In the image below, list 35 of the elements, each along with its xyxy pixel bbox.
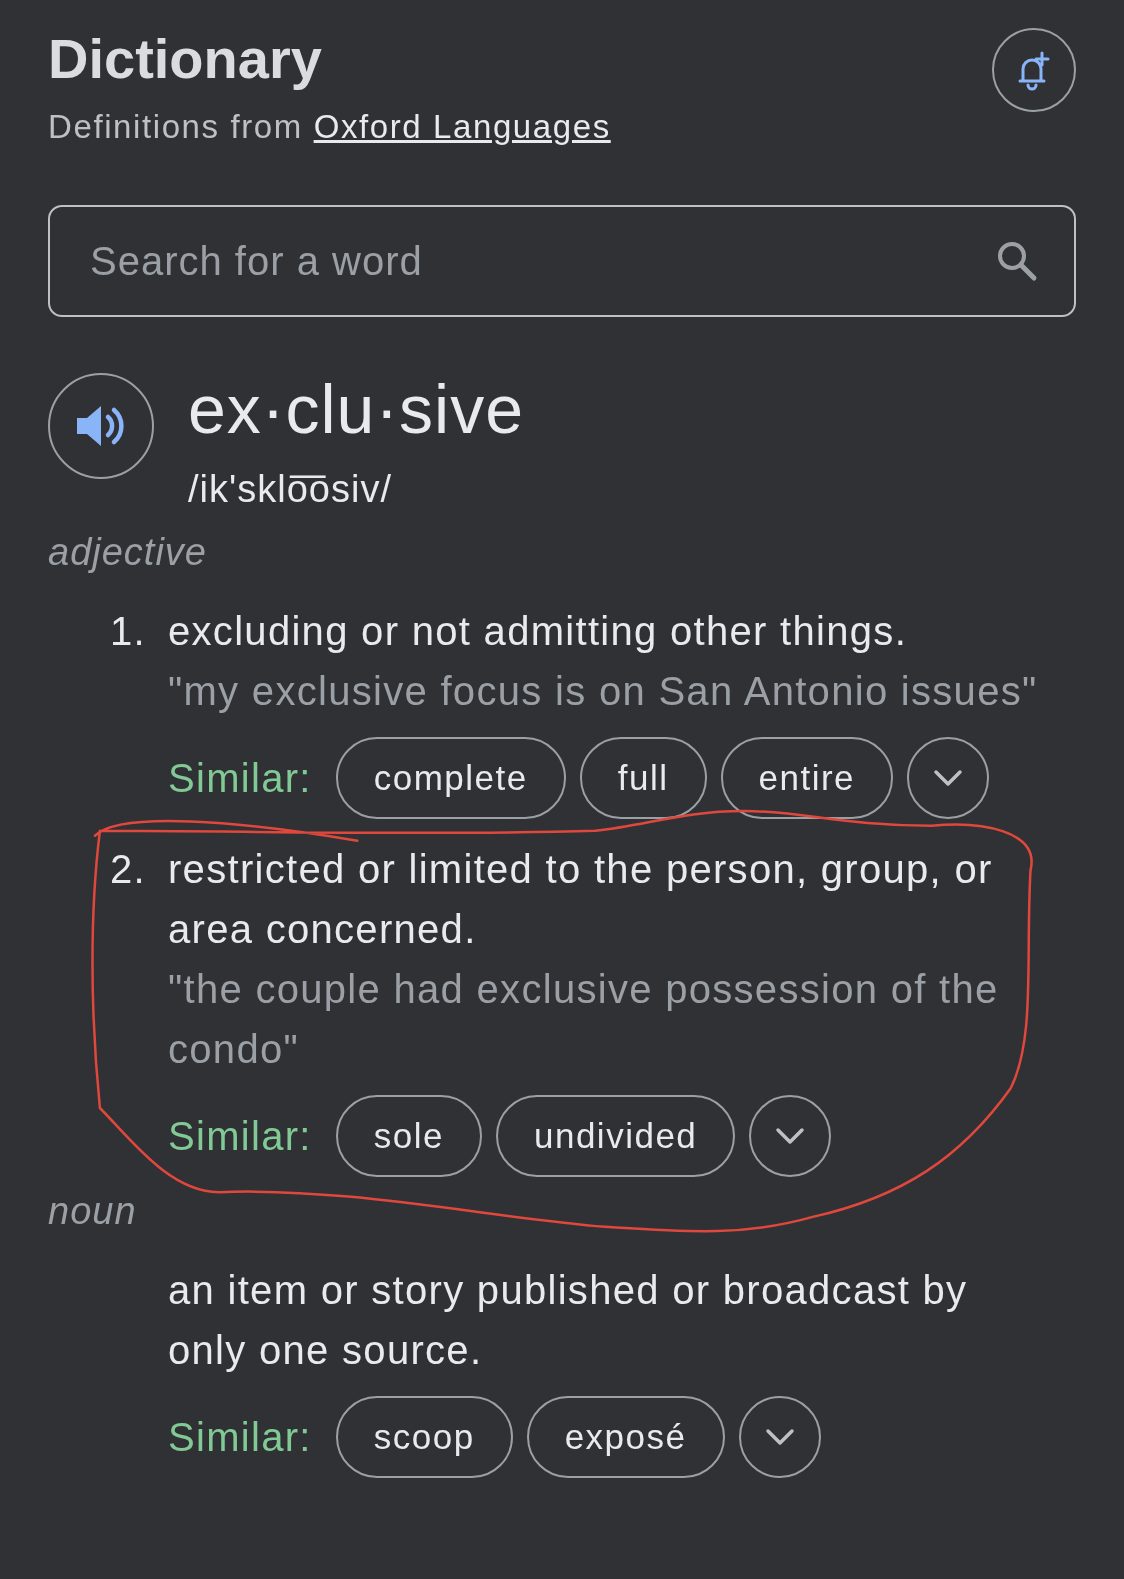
chevron-down-icon bbox=[933, 769, 964, 788]
expand-button[interactable] bbox=[738, 1396, 821, 1479]
similar-label: Similar: bbox=[168, 755, 312, 803]
pronounce-button[interactable] bbox=[48, 373, 154, 480]
part-of-speech: noun bbox=[48, 1189, 138, 1235]
example-sentence: "my exclusive focus is on San Antonio issues" bbox=[168, 668, 1039, 716]
pronunciation: /ik'sklo͞osiv/ bbox=[188, 467, 393, 513]
synonym-chip[interactable]: scoop bbox=[335, 1396, 513, 1479]
synonym-chip[interactable]: entire bbox=[720, 737, 894, 820]
definition-text: restricted or limited to the person, group, or area concerned. bbox=[168, 846, 994, 954]
synonym-chip[interactable]: sole bbox=[335, 1095, 482, 1178]
search-icon[interactable] bbox=[996, 240, 1038, 283]
similar-label: Similar: bbox=[168, 1113, 312, 1161]
part-of-speech: adjective bbox=[48, 530, 208, 576]
synonym-chip[interactable]: complete bbox=[335, 737, 566, 820]
definition-text: an item or story published or broadcast by only one source. bbox=[168, 1267, 969, 1375]
source-link[interactable]: Oxford Languages bbox=[313, 107, 611, 145]
expand-button[interactable] bbox=[749, 1095, 832, 1178]
example-sentence: "the couple had exclusive possession of the condo" bbox=[168, 966, 1000, 1074]
chevron-down-icon bbox=[775, 1127, 806, 1146]
add-alert-button[interactable] bbox=[992, 28, 1076, 112]
search-input[interactable]: Search for a word bbox=[88, 230, 996, 293]
page-title: Dictionary bbox=[48, 28, 323, 90]
headword: ex·clu·sive bbox=[188, 375, 524, 444]
synonym-chip[interactable]: exposé bbox=[526, 1396, 725, 1479]
similar-label: Similar: bbox=[168, 1414, 312, 1462]
subtitle: Definitions from Oxford Languages bbox=[48, 106, 611, 147]
chevron-down-icon bbox=[764, 1428, 795, 1447]
definition-number: 2. bbox=[110, 847, 146, 892]
synonym-chip[interactable]: undivided bbox=[495, 1095, 736, 1178]
search-field[interactable]: Search for a word bbox=[48, 205, 1076, 318]
expand-button[interactable] bbox=[907, 737, 990, 820]
synonym-chip[interactable]: full bbox=[579, 737, 707, 820]
definition-text: excluding or not admitting other things. bbox=[168, 608, 909, 656]
definition-number: 1. bbox=[110, 609, 146, 654]
